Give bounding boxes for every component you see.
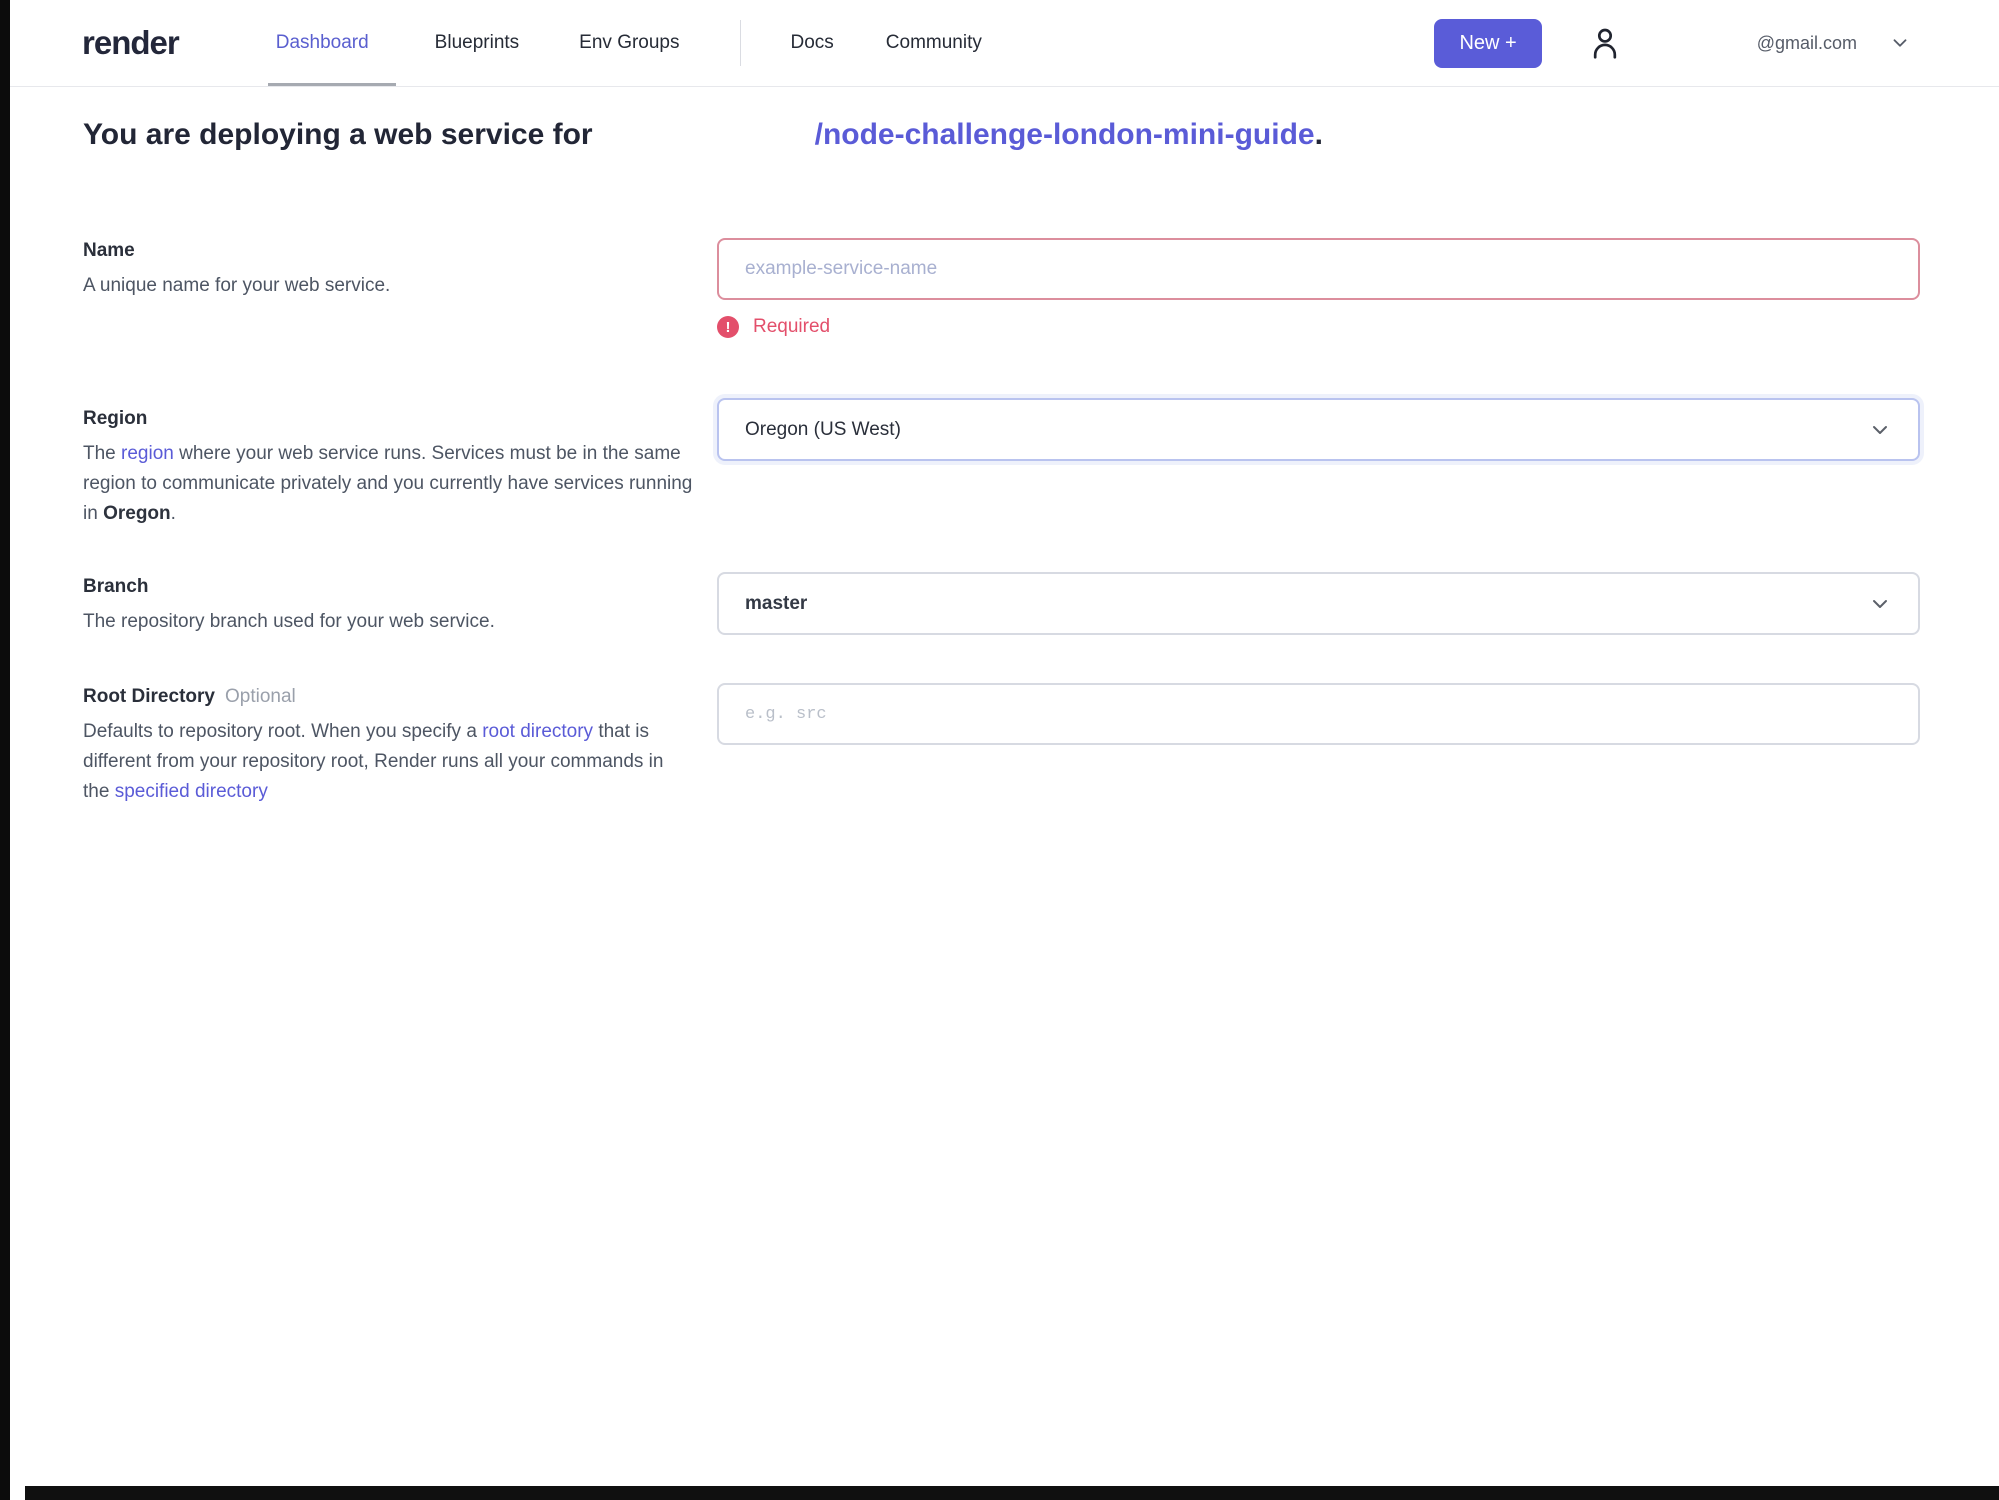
page-title: You are deploying a web service for/node… [83,118,1323,152]
render-logo[interactable]: render [82,24,180,62]
active-tab-underline [268,83,396,86]
chevron-down-icon [1868,418,1892,442]
name-error-row: ! Required [717,316,1920,338]
account-email[interactable]: @gmail.com [1757,33,1857,54]
branch-select[interactable]: master [717,572,1920,635]
region-desc-text: . [170,503,176,524]
name-label: Name [83,240,135,261]
root-directory-label: Root Directory [83,686,215,707]
root-directory-label-block: Root Directory Optional Defaults to repos… [83,686,693,807]
chevron-down-icon [1868,592,1892,616]
region-desc-oregon: Oregon [103,503,171,524]
repo-link[interactable]: /node-challenge-london-mini-guide [815,118,1315,151]
deploy-web-service-page: render Dashboard Blueprints Env Groups D… [0,0,1999,1500]
user-icon[interactable] [1586,24,1624,62]
name-field-block: ! Required [717,238,1920,338]
nav-links: Dashboard Blueprints Env Groups Docs Com… [276,20,982,66]
region-desc-text: The [83,443,122,464]
root-directory-description: Defaults to repository root. When you sp… [83,717,693,807]
service-name-input[interactable] [717,238,1920,300]
branch-label: Branch [83,576,149,597]
branch-description: The repository branch used for your web … [83,611,495,632]
root-desc-text: Defaults to repository root. When you sp… [83,721,483,742]
region-description: The region where your web service runs. … [83,439,693,529]
branch-label-block: Branch The repository branch used for yo… [83,576,693,637]
root-directory-doc-link[interactable]: root directory [482,721,593,742]
region-label: Region [83,408,148,429]
region-doc-link[interactable]: region [121,443,174,464]
nav-item-blueprints[interactable]: Blueprints [435,32,520,54]
window-bottom-edge [25,1486,1999,1500]
error-icon: ! [717,316,739,338]
root-directory-field-block [717,683,1920,745]
nav-right-cluster: New + @gmail.com [1434,18,1911,68]
branch-selected-value: master [745,592,808,614]
window-left-edge [0,0,10,1500]
nav-item-env-groups[interactable]: Env Groups [579,32,679,54]
region-label-block: Region The region where your web service… [83,408,693,529]
name-error-message: Required [753,316,831,337]
root-directory-label-row: Root Directory Optional [83,686,693,708]
nav-divider [739,20,741,66]
top-navbar: render Dashboard Blueprints Env Groups D… [10,0,1999,87]
region-field-block: Oregon (US West) [717,398,1920,461]
chevron-down-icon[interactable] [1889,32,1911,54]
new-button[interactable]: New + [1434,18,1542,68]
root-directory-optional-tag: Optional [224,686,296,707]
specified-directory-doc-link[interactable]: specified directory [115,781,268,802]
page-title-suffix: . [1314,118,1323,151]
region-selected-value: Oregon (US West) [745,418,901,440]
root-directory-input[interactable] [717,683,1920,745]
nav-item-docs[interactable]: Docs [791,32,834,54]
nav-item-dashboard[interactable]: Dashboard [276,32,369,54]
name-label-block: Name A unique name for your web service. [83,240,693,301]
branch-field-block: master [717,572,1920,635]
page-title-prefix: You are deploying a web service for [83,118,593,151]
nav-item-community[interactable]: Community [886,32,982,54]
region-select[interactable]: Oregon (US West) [717,398,1920,461]
name-description: A unique name for your web service. [83,275,391,296]
